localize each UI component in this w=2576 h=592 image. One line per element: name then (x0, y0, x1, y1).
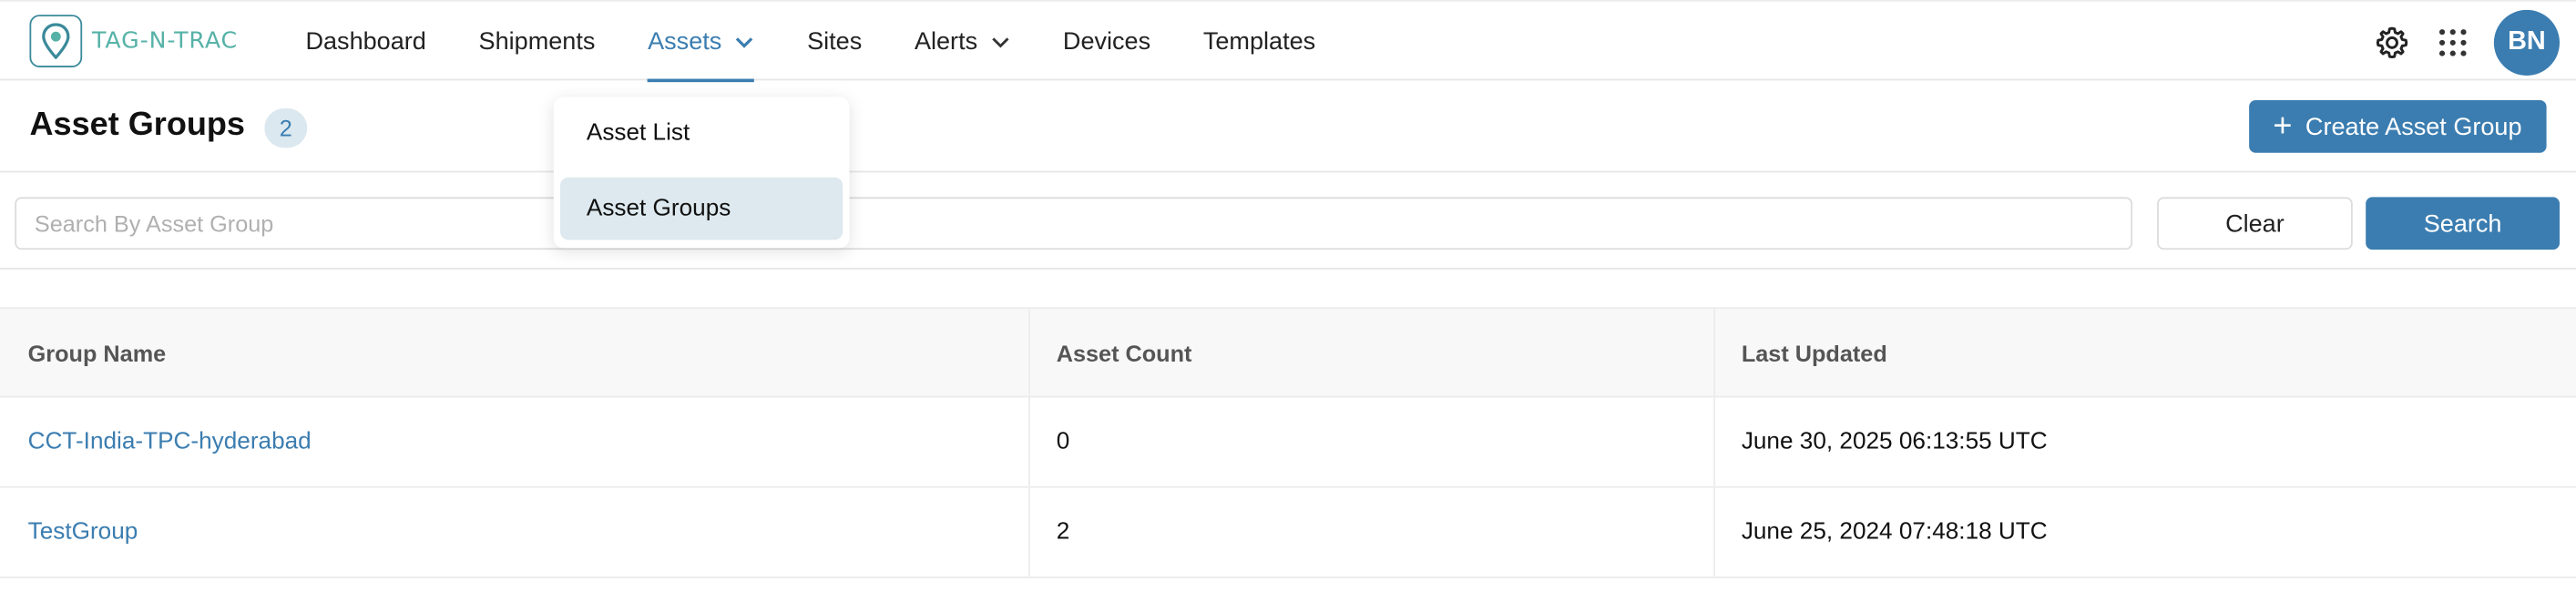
chevron-down-icon (992, 36, 1009, 47)
last-updated-cell: June 30, 2025 06:13:55 UTC (1741, 428, 2048, 455)
group-name-cell: TestGroup (0, 487, 1030, 577)
search-input[interactable] (15, 197, 2133, 250)
location-pin-icon (29, 15, 83, 67)
nav-devices[interactable]: Devices (1063, 2, 1150, 82)
nav-label: Assets (648, 27, 722, 56)
nav-alerts[interactable]: Alerts (915, 2, 1010, 82)
nav-templates[interactable]: Templates (1203, 2, 1315, 82)
avatar[interactable]: BN (2493, 9, 2561, 76)
nav-label: Shipments (478, 27, 596, 56)
nav-dashboard[interactable]: Dashboard (305, 2, 425, 82)
search-button[interactable]: Search (2366, 197, 2561, 250)
nav-label: Devices (1062, 27, 1151, 56)
asset-count-cell: 2 (1030, 487, 1715, 577)
logo-text: TAG-N-TRAC (92, 27, 239, 55)
plus-icon: + (2273, 108, 2293, 145)
clear-button[interactable]: Clear (2157, 197, 2353, 250)
asset-count-cell: 0 (1030, 397, 1715, 486)
grid-icon[interactable] (2433, 23, 2472, 62)
column-header-group-name[interactable]: Group Name (0, 309, 1030, 396)
chevron-down-icon (736, 36, 753, 47)
nav-label: Sites (807, 27, 863, 56)
nav-label: Templates (1202, 27, 1316, 56)
menu-item-asset-list[interactable]: Asset List (560, 102, 843, 165)
nav-shipments[interactable]: Shipments (479, 2, 596, 82)
column-header-last-updated[interactable]: Last Updated (1715, 309, 2576, 396)
page-header: Asset Groups 2 + Create Asset Group (0, 80, 2576, 173)
page-title: Asset Groups (29, 107, 246, 143)
menu-item-asset-groups[interactable]: Asset Groups (560, 177, 843, 240)
asset-groups-table: Group Name Asset Count Last Updated CCT-… (0, 307, 2576, 578)
column-header-asset-count[interactable]: Asset Count (1030, 309, 1715, 396)
group-name-link[interactable]: TestGroup (28, 519, 138, 546)
nav-assets[interactable]: Assets (648, 2, 755, 83)
assets-dropdown-menu: Asset List Asset Groups (553, 97, 850, 249)
group-name-link[interactable]: CCT-India-TPC-hyderabad (28, 429, 312, 455)
main-nav: Dashboard Shipments Assets Sites Alerts … (305, 2, 1367, 83)
nav-sites[interactable]: Sites (807, 2, 862, 82)
topbar-actions: BN (2372, 9, 2561, 76)
top-nav: TAG-N-TRAC Dashboard Shipments Assets Si… (0, 0, 2576, 83)
count-badge: 2 (264, 108, 308, 148)
create-asset-group-button[interactable]: + Create Asset Group (2248, 100, 2547, 153)
logo[interactable]: TAG-N-TRAC (29, 13, 238, 68)
group-name-cell: CCT-India-TPC-hyderabad (0, 397, 1030, 486)
table-row: CCT-India-TPC-hyderabad 0 June 30, 2025 … (0, 397, 2576, 488)
table-row: TestGroup 2 June 25, 2024 07:48:18 UTC (0, 487, 2576, 578)
search-bar: Clear Search (0, 172, 2576, 270)
nav-label: Dashboard (305, 27, 426, 56)
create-button-label: Create Asset Group (2305, 112, 2522, 141)
table-header-row: Group Name Asset Count Last Updated (0, 307, 2576, 398)
nav-label: Alerts (914, 27, 978, 56)
gear-icon[interactable] (2372, 23, 2411, 62)
last-updated-cell: June 25, 2024 07:48:18 UTC (1741, 518, 2048, 546)
